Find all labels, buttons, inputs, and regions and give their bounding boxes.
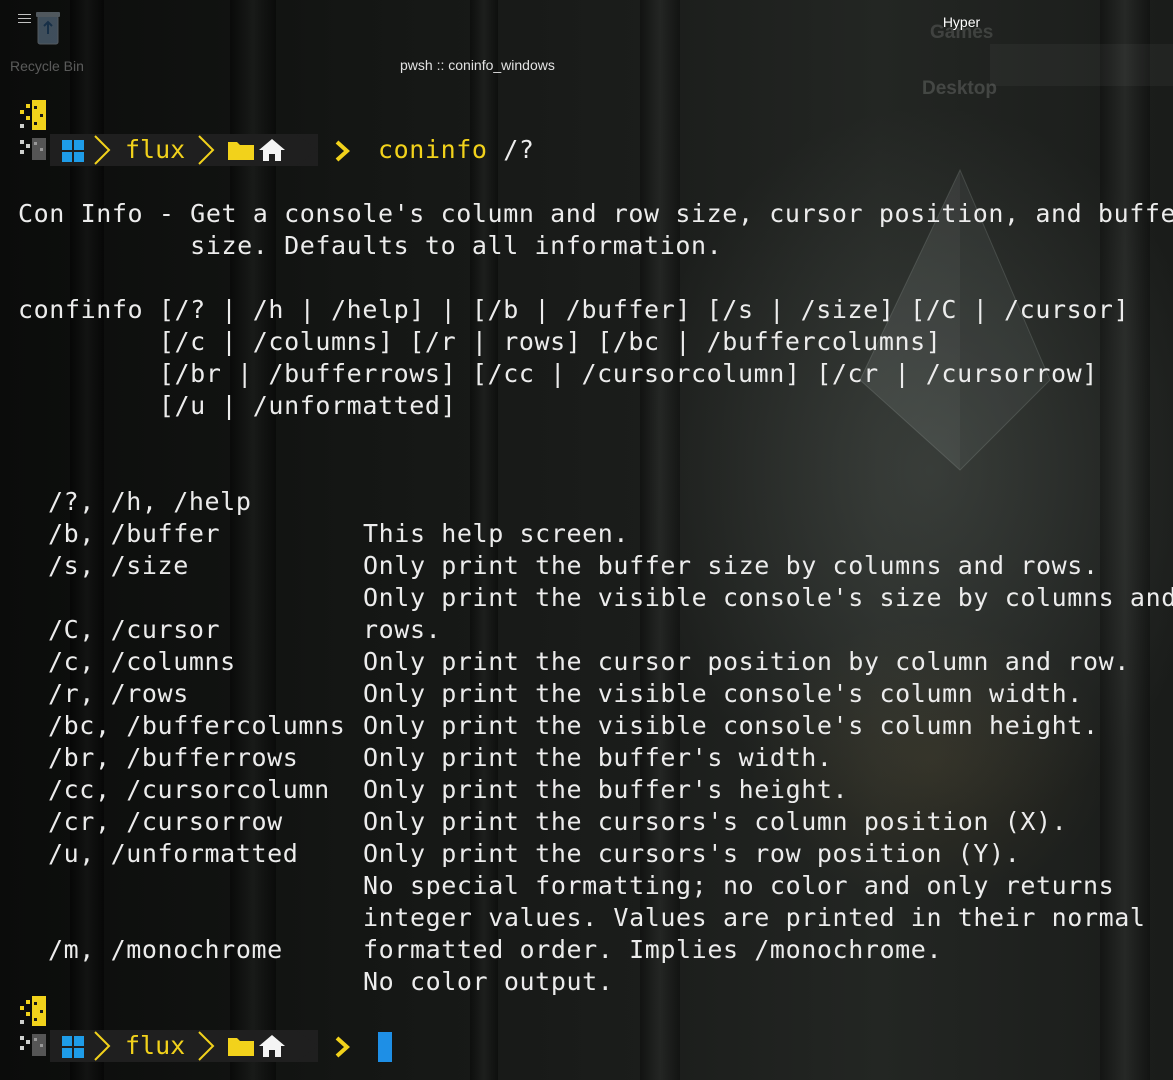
usage-line: [/u | /unformatted] bbox=[18, 391, 457, 420]
prompt-directory: flux bbox=[125, 1031, 186, 1060]
command-name: coninfo bbox=[378, 135, 488, 164]
prompt-directory: flux bbox=[125, 135, 186, 164]
prompt-line: flux coninfo /? bbox=[0, 100, 600, 166]
prompt-arrow-icon bbox=[335, 1036, 350, 1058]
windows-logo-icon bbox=[62, 140, 84, 162]
usage-line: [/c | /columns] [/r | rows] [/bc | /buff… bbox=[18, 327, 942, 356]
segment-separator-icon bbox=[94, 135, 111, 165]
segment-end-cap bbox=[296, 134, 318, 166]
terminal-window: Recycle Bin Games Desktop Hyper pwsh :: … bbox=[0, 0, 1173, 1080]
usage-line: [/br | /bufferrows] [/cc | /cursorcolumn… bbox=[18, 359, 1098, 388]
segment-separator-icon bbox=[94, 1031, 111, 1061]
usage-line: confinfo [/? | /h | /help] | [/b | /buff… bbox=[18, 295, 1130, 324]
option-description: No color output. bbox=[363, 967, 614, 996]
segment-separator-icon bbox=[198, 135, 215, 165]
terminal-content[interactable]: flux coninfo /? Con Info - Get a console… bbox=[0, 0, 1173, 1080]
folder-icon bbox=[228, 142, 254, 160]
pixel-art-icon bbox=[20, 996, 46, 1056]
windows-logo-icon bbox=[62, 1036, 84, 1058]
output-description-line: Con Info - Get a console's column and ro… bbox=[18, 199, 1173, 228]
option-flag: /m, /monochrome bbox=[48, 935, 283, 964]
prompt-line: flux bbox=[0, 996, 600, 1062]
text-cursor[interactable] bbox=[378, 1032, 392, 1062]
output-description-line: size. Defaults to all information. bbox=[18, 231, 723, 260]
segment-separator-icon bbox=[198, 1031, 215, 1061]
pixel-art-icon bbox=[20, 100, 46, 160]
home-icon bbox=[259, 139, 285, 161]
folder-icon bbox=[228, 1038, 254, 1056]
segment-end-cap bbox=[296, 1030, 318, 1062]
home-icon bbox=[259, 1035, 285, 1057]
prompt-arrow-icon bbox=[335, 140, 350, 162]
command-line: coninfo /? bbox=[378, 134, 535, 166]
command-args: /? bbox=[487, 135, 535, 164]
